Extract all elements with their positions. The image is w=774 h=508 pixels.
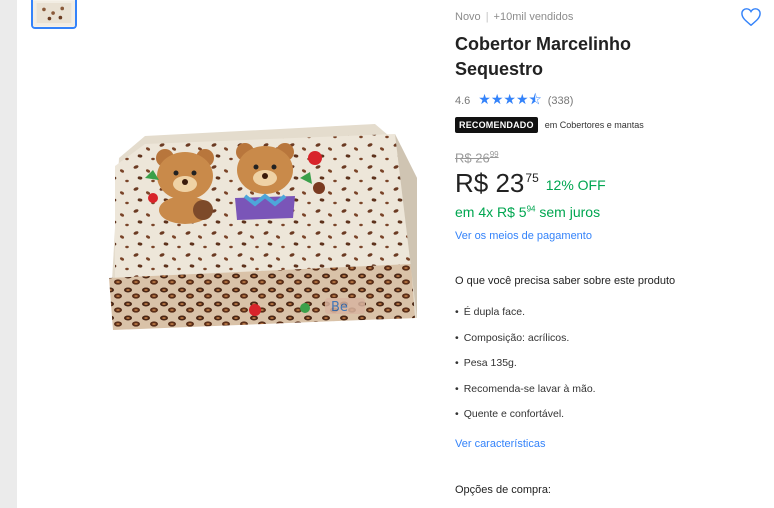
recommended-row: RECOMENDADO em Cobertores e mantas: [455, 117, 644, 133]
installments-prefix: em: [455, 204, 475, 220]
installments-cents: 94: [526, 204, 536, 214]
old-price-value: R$ 26: [455, 150, 490, 166]
product-subtitle: Novo | +10mil vendidos: [455, 11, 573, 23]
price-value: R$ 23: [455, 168, 525, 198]
price-cents: 75: [525, 171, 539, 185]
features-list: É dupla face. Composição: acrílicos. Pes…: [455, 306, 596, 434]
installments-value: 4x R$ 5: [478, 204, 527, 220]
rating-row[interactable]: 4.6 ★★★★⯪ (338): [455, 89, 573, 113]
badge-category[interactable]: em Cobertores e mantas: [545, 120, 644, 130]
svg-text:Be: Be: [331, 300, 348, 315]
feature-item: Quente e confortável.: [455, 408, 596, 434]
separator: |: [485, 11, 489, 23]
old-price: R$ 2699: [455, 150, 499, 165]
product-thumbnail[interactable]: [31, 0, 77, 29]
current-price: R$ 23 75 12% OFF: [455, 168, 606, 199]
discount-label: 12% OFF: [545, 177, 606, 193]
product-title: Cobertor Marcelinho Sequestro: [455, 34, 632, 79]
recommended-badge: RECOMENDADO: [455, 117, 538, 133]
star-icon: ★★★★⯪: [478, 91, 542, 107]
characteristics-link[interactable]: Ver características: [455, 438, 545, 450]
installments: em 4x R$ 594 sem juros: [455, 204, 600, 220]
payment-methods-link[interactable]: Ver os meios de pagamento: [455, 230, 592, 242]
blanket-image: Be: [109, 124, 417, 330]
buy-options-label: Opções de compra:: [455, 484, 551, 496]
sold-count: +10mil vendidos: [493, 11, 574, 23]
heart-icon[interactable]: [740, 7, 762, 27]
teddy-bear-left: [156, 149, 214, 224]
teddy-bear-right: [235, 143, 295, 220]
rating-value: 4.6: [455, 95, 471, 107]
old-price-cents: 99: [489, 150, 499, 159]
feature-item: Recomenda-se lavar à mão.: [455, 383, 596, 409]
review-count[interactable]: (338): [548, 95, 574, 107]
left-gutter: [0, 0, 17, 508]
feature-item: É dupla face.: [455, 306, 596, 332]
condition-label: Novo: [455, 11, 481, 23]
installments-suffix: sem juros: [539, 204, 601, 220]
product-image[interactable]: Be: [105, 118, 421, 334]
feature-item: Pesa 135g.: [455, 357, 596, 383]
feature-item: Composição: acrílicos.: [455, 332, 596, 358]
blanket-thumbnail-image: [33, 0, 75, 27]
features-heading: O que você precisa saber sobre este prod…: [455, 275, 676, 287]
